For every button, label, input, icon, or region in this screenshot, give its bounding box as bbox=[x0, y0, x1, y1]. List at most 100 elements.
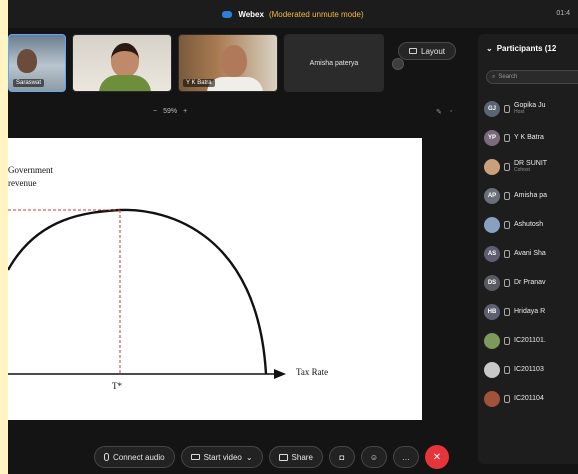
participant-name: IC201103 bbox=[514, 366, 544, 373]
participant-row[interactable]: IC201101. bbox=[484, 326, 578, 355]
reactions-button[interactable]: ☺ bbox=[360, 446, 387, 468]
microphone-icon bbox=[504, 104, 510, 113]
participant-row[interactable]: HB Hridaya R bbox=[484, 297, 578, 326]
microphone-icon bbox=[504, 336, 510, 345]
participant-video bbox=[111, 43, 139, 77]
webex-meeting-window: Webex (Moderated unmute mode) 01:4 Saras… bbox=[8, 0, 578, 474]
title-bar: Webex (Moderated unmute mode) 01:4 bbox=[8, 0, 578, 28]
participant-info: IC201103 bbox=[514, 366, 544, 373]
avatar: GJ bbox=[484, 100, 500, 117]
share-screen-icon bbox=[278, 453, 288, 461]
participant-info: Gopika Ju Host bbox=[514, 102, 546, 115]
participant-row[interactable]: AS Avani Sha bbox=[484, 239, 578, 268]
avatar: AP bbox=[484, 187, 500, 204]
share-label: Share bbox=[291, 452, 313, 462]
avatar bbox=[484, 390, 500, 407]
start-video-button[interactable]: Start video ⌄ bbox=[180, 446, 263, 468]
tile-name: Y K Batra bbox=[183, 79, 215, 87]
optimal-rate-label: T* bbox=[112, 381, 122, 391]
participant-info: IC201101. bbox=[514, 337, 546, 344]
more-icon: … bbox=[401, 452, 410, 462]
more-options-button[interactable]: … bbox=[392, 446, 419, 468]
participants-header[interactable]: ⌄ Participants (12 bbox=[486, 44, 556, 53]
participant-info: IC201104 bbox=[514, 395, 544, 402]
revenue-curve bbox=[8, 208, 268, 375]
record-icon: ◘ bbox=[339, 452, 345, 462]
app-name: Webex bbox=[238, 9, 264, 19]
avatar bbox=[484, 158, 500, 175]
participant-row[interactable]: GJ Gopika Ju Host bbox=[484, 94, 578, 123]
participant-video-body bbox=[207, 77, 263, 91]
video-tile[interactable] bbox=[72, 34, 172, 92]
participant-info: Dr Pranav bbox=[514, 279, 546, 286]
zoom-in-button[interactable]: + bbox=[183, 108, 187, 115]
more-tiles-toggle[interactable] bbox=[392, 58, 404, 70]
participant-name: DR SUNIT bbox=[514, 160, 548, 167]
participant-video-body bbox=[99, 75, 151, 91]
microphone-icon bbox=[504, 162, 510, 171]
search-icon: ⌕ bbox=[492, 73, 496, 80]
video-tile[interactable]: Amisha paterya bbox=[284, 34, 384, 92]
participant-list: GJ Gopika Ju Host YP Y K Batra DR SUNIT Cohost… bbox=[484, 94, 578, 413]
webex-logo-icon bbox=[222, 10, 233, 18]
microphone-icon bbox=[104, 453, 109, 461]
participant-name: Gopika Ju bbox=[514, 102, 546, 109]
participant-row[interactable]: YP Y K Batra bbox=[484, 123, 578, 152]
zoom-out-button[interactable]: − bbox=[153, 108, 157, 115]
layout-label: Layout bbox=[421, 46, 446, 56]
participant-name: IC201104 bbox=[514, 395, 544, 402]
connect-audio-label: Connect audio bbox=[113, 452, 165, 462]
participant-row[interactable]: AP Amisha pa bbox=[484, 181, 578, 210]
avatar bbox=[484, 332, 500, 349]
tile-name: Saraswat bbox=[13, 79, 45, 87]
participant-row[interactable]: DR SUNIT Cohost bbox=[484, 152, 578, 181]
laffer-curve-diagram bbox=[8, 208, 286, 379]
video-tile[interactable]: Saraswat bbox=[8, 34, 66, 92]
annotate-icon[interactable]: ✎ bbox=[436, 108, 442, 116]
connect-audio-button[interactable]: Connect audio bbox=[94, 446, 175, 468]
x-axis-label: Tax Rate bbox=[296, 367, 329, 377]
avatar bbox=[484, 216, 500, 233]
participant-video bbox=[17, 49, 37, 73]
microphone-icon bbox=[504, 394, 510, 403]
avatar bbox=[484, 361, 500, 378]
microphone-icon bbox=[504, 220, 510, 229]
participant-info: Y K Batra bbox=[514, 134, 544, 141]
participant-name: Hridaya R bbox=[514, 308, 546, 315]
fullscreen-icon[interactable]: ◦ bbox=[450, 108, 452, 116]
participant-row[interactable]: Ashutosh bbox=[484, 210, 578, 239]
share-button[interactable]: Share bbox=[268, 446, 323, 468]
participant-name: Y K Batra bbox=[514, 134, 544, 141]
avatar: DS bbox=[484, 274, 500, 291]
close-icon: ✕ bbox=[432, 451, 442, 463]
smiley-icon: ☺ bbox=[369, 452, 378, 462]
participants-panel: ⌄ Participants (12 ⌕ Search GJ Gopika Ju H… bbox=[478, 34, 578, 464]
x-axis-arrow bbox=[274, 369, 286, 379]
participant-name: Dr Pranav bbox=[514, 279, 546, 286]
meeting-toolbar: Connect audio Start video ⌄ Share ◘ ☺ … … bbox=[94, 445, 449, 469]
chevron-down-icon[interactable]: ⌄ bbox=[246, 453, 253, 462]
clock: 01:4 bbox=[556, 10, 570, 17]
participant-video bbox=[221, 45, 247, 77]
zoom-level: 59% bbox=[163, 108, 178, 115]
layout-button[interactable]: Layout bbox=[398, 42, 457, 60]
participant-search-input[interactable]: ⌕ Search bbox=[486, 70, 578, 84]
microphone-icon bbox=[504, 249, 510, 258]
participant-info: Amisha pa bbox=[514, 192, 547, 199]
microphone-icon bbox=[504, 133, 510, 142]
participant-row[interactable]: IC201104 bbox=[484, 384, 578, 413]
view-icons: ✎ ◦ bbox=[436, 108, 452, 116]
zoom-controls: − 59% + bbox=[153, 108, 187, 115]
record-button[interactable]: ◘ bbox=[328, 446, 355, 468]
avatar: YP bbox=[484, 129, 500, 146]
video-tile[interactable]: Y K Batra bbox=[178, 34, 278, 92]
start-video-label: Start video bbox=[203, 452, 242, 462]
chevron-down-icon: ⌄ bbox=[486, 44, 493, 53]
end-call-button[interactable]: ✕ bbox=[424, 445, 449, 469]
camera-icon bbox=[190, 454, 200, 460]
participants-title: Participants (12 bbox=[496, 44, 557, 53]
participant-row[interactable]: IC201103 bbox=[484, 355, 578, 384]
meeting-mode: (Moderated unmute mode) bbox=[268, 9, 364, 19]
y-axis-label: Government revenue bbox=[8, 164, 53, 190]
participant-row[interactable]: DS Dr Pranav bbox=[484, 268, 578, 297]
